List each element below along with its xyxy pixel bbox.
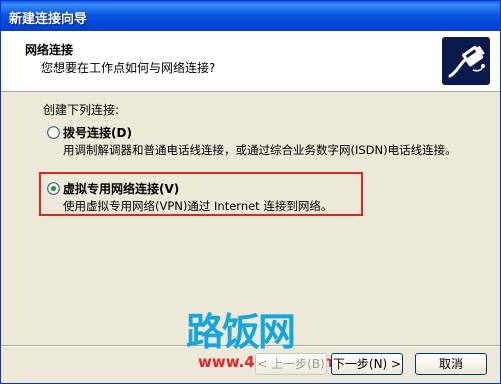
watermark-logo: 路饭网 bbox=[186, 310, 296, 354]
wizard-header: 网络连接 您想要在工作点如何与网络连接? bbox=[1, 31, 500, 92]
dialup-option-description: 用调制解调器和普通电话线连接，或通过综合业务数字网(ISDN)电话线连接。 bbox=[63, 143, 457, 157]
highlight-box bbox=[39, 172, 363, 216]
wizard-body: 创建下列连接: 拨号连接(D) 用调制解调器和普通电话线连接，或通过综合业务数字… bbox=[1, 92, 500, 345]
title-bar[interactable]: 新建连接向导 bbox=[1, 1, 500, 31]
back-button[interactable]: < 上一步(B) bbox=[255, 353, 327, 375]
dialup-option-label[interactable]: 拨号连接(D) bbox=[63, 124, 132, 141]
dialup-radio[interactable] bbox=[47, 126, 60, 139]
watermark: 路饭网 www.45fan.com bbox=[186, 310, 333, 371]
next-button[interactable]: 下一步(N) > bbox=[331, 353, 403, 375]
wizard-window: 新建连接向导 网络连接 您想要在工作点如何与网络连接? 创建下列连接: 拨号连接… bbox=[0, 0, 501, 384]
network-cable-icon bbox=[442, 37, 490, 85]
window-title: 新建连接向导 bbox=[9, 12, 88, 27]
prompt-label: 创建下列连接: bbox=[43, 103, 120, 117]
cancel-button[interactable]: 取消 bbox=[415, 353, 487, 375]
header-subtitle: 您想要在工作点如何与网络连接? bbox=[41, 61, 216, 75]
header-title: 网络连接 bbox=[25, 43, 74, 57]
